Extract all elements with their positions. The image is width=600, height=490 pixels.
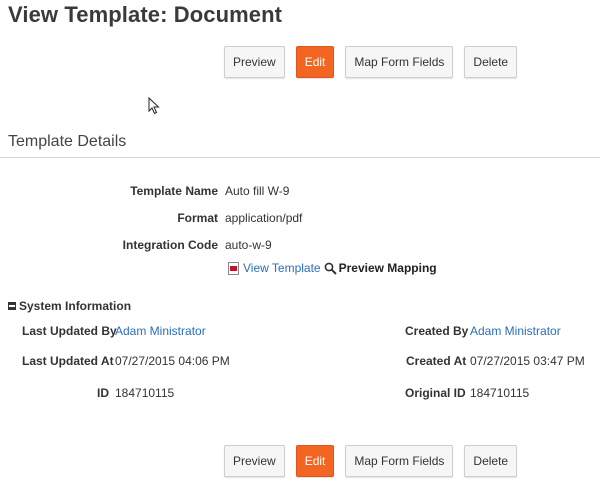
created-by-label: Created By	[405, 324, 469, 338]
delete-button-bottom[interactable]: Delete	[464, 445, 518, 477]
magnifier-icon	[324, 262, 337, 275]
edit-button-bottom[interactable]: Edit	[295, 445, 335, 477]
original-id-value: 184710115	[470, 386, 530, 400]
id-value: 184710115	[115, 386, 175, 400]
collapse-icon	[8, 302, 16, 310]
integration-code-value: auto-w-9	[225, 238, 272, 252]
top-toolbar: Preview Edit Map Form Fields Delete	[224, 46, 518, 78]
page-title: View Template: Document	[8, 2, 283, 27]
bottom-toolbar: Preview Edit Map Form Fields Delete	[224, 445, 518, 477]
id-label: ID	[97, 386, 109, 400]
preview-button-bottom[interactable]: Preview	[224, 445, 285, 477]
template-name-label: Template Name	[130, 184, 218, 198]
system-information-toggle[interactable]: System Information	[8, 299, 131, 313]
last-updated-by-label: Last Updated By	[22, 324, 117, 338]
format-label: Format	[177, 211, 218, 225]
section-divider	[0, 157, 600, 158]
edit-button[interactable]: Edit	[295, 46, 335, 78]
created-by-link[interactable]: Adam Ministrator	[470, 324, 561, 338]
map-form-fields-button[interactable]: Map Form Fields	[345, 46, 454, 78]
mouse-cursor-icon	[148, 97, 160, 115]
original-id-label: Original ID	[405, 386, 466, 400]
delete-button[interactable]: Delete	[464, 46, 518, 78]
format-value: application/pdf	[225, 211, 303, 225]
template-name-value: Auto fill W-9	[225, 184, 290, 198]
integration-code-label: Integration Code	[122, 238, 218, 252]
created-at-value: 07/27/2015 03:47 PM	[470, 354, 585, 368]
last-updated-at-label: Last Updated At	[22, 354, 114, 368]
preview-button[interactable]: Preview	[224, 46, 285, 78]
view-template-link[interactable]: View Template	[243, 261, 321, 275]
last-updated-by-link[interactable]: Adam Ministrator	[115, 324, 206, 338]
last-updated-at-value: 07/27/2015 04:06 PM	[115, 354, 230, 368]
template-details-heading: Template Details	[8, 133, 127, 150]
system-information-heading: System Information	[19, 299, 132, 313]
pdf-file-icon	[228, 261, 239, 275]
map-form-fields-button-bottom[interactable]: Map Form Fields	[345, 445, 454, 477]
template-links: View Template Preview Mapping	[228, 261, 437, 275]
preview-mapping-link[interactable]: Preview Mapping	[339, 261, 437, 275]
created-at-label: Created At	[406, 354, 467, 368]
